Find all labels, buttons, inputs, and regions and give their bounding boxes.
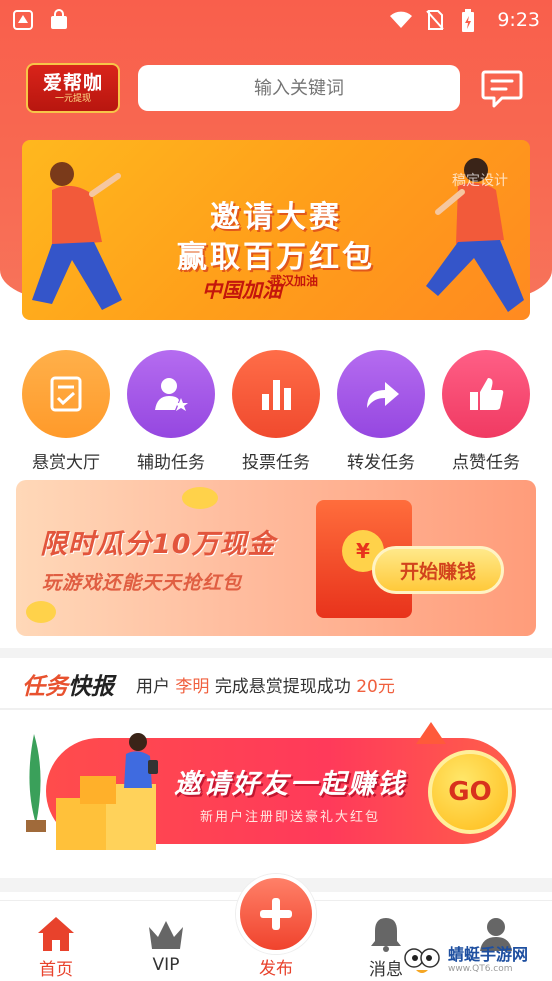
- category-bounty-hall[interactable]: 悬赏大厅: [14, 350, 118, 473]
- invite-friends-banner[interactable]: 邀请好友一起赚钱 新用户注册即送豪礼大红包 GO: [16, 720, 536, 868]
- wifi-icon: [389, 9, 413, 31]
- cash-promo-banner[interactable]: 限时瓜分10万现金 玩游戏还能天天抢红包 ¥ 开始赚钱: [16, 480, 536, 636]
- app-logo[interactable]: 爱帮咖 一元提现: [26, 63, 120, 113]
- cartoon-woman-phone-illustration: [124, 733, 158, 788]
- news-text: 用户 李明 完成悬赏提现成功 20元: [136, 676, 395, 697]
- category-assist-task[interactable]: 辅助任务: [119, 350, 223, 473]
- plus-icon: [260, 898, 292, 930]
- site-watermark: 蜻蜓手游网 www.QT6.com: [400, 940, 552, 980]
- logo-subtext: 一元提现: [54, 93, 91, 104]
- alarm-decoration-icon: [416, 722, 446, 744]
- tab-label: VIP: [152, 955, 180, 975]
- message-button[interactable]: [480, 66, 524, 110]
- category-label: 点赞任务: [452, 453, 520, 473]
- banner-line1: 邀请大赛: [210, 200, 342, 235]
- status-bar: 9:23: [0, 0, 552, 40]
- battery-icon: [461, 9, 483, 32]
- chat-bubble-icon: [481, 70, 523, 108]
- category-share-task[interactable]: 转发任务: [329, 350, 433, 473]
- search-input[interactable]: [138, 65, 460, 111]
- go-button[interactable]: GO: [428, 750, 512, 834]
- tab-label: 首页: [39, 960, 73, 980]
- category-like-task[interactable]: 点赞任务: [434, 350, 538, 473]
- task-news-ticker[interactable]: 任务快报 用户 李明 完成悬赏提现成功 20元: [0, 658, 552, 710]
- invite-title: 邀请好友一起赚钱: [174, 769, 406, 800]
- shopping-bag-icon: [48, 9, 70, 31]
- site-watermark-url: www.QT6.com: [448, 964, 513, 974]
- news-divider: [0, 708, 552, 710]
- tab-home[interactable]: 首页: [16, 915, 96, 980]
- category-row: 悬赏大厅 辅助任务 投票任务 转发任务 点赞任务: [14, 350, 538, 473]
- app-screen: 9:23 爱帮咖 一元提现 稿定设: [0, 0, 552, 981]
- no-sim-icon: [425, 9, 447, 31]
- gold-coin-icon: [26, 601, 56, 623]
- invite-contest-banner[interactable]: 稿定设计 邀请大赛 赢取百万红包 中国加油 武汉加油: [22, 140, 530, 320]
- app-notification-icon: [12, 9, 34, 31]
- crown-icon: [149, 921, 183, 949]
- category-label: 悬赏大厅: [32, 453, 100, 473]
- bar-chart-icon: [232, 350, 320, 438]
- promo-title: 限时瓜分10万现金: [40, 529, 276, 560]
- banner-watermark: 稿定设计: [452, 173, 508, 189]
- start-earning-button[interactable]: 开始赚钱: [372, 546, 504, 594]
- news-amount: 20元: [356, 676, 395, 697]
- top-bar: 爱帮咖 一元提现: [26, 62, 526, 114]
- thumbs-up-icon: [442, 350, 530, 438]
- promo-subtitle: 玩游戏还能天天抢红包: [42, 572, 243, 594]
- category-label: 转发任务: [347, 453, 415, 473]
- dragonfly-logo-icon: [404, 948, 440, 973]
- news-title: 任务快报: [22, 674, 114, 700]
- status-time: 9:23: [497, 9, 540, 31]
- logo-text: 爱帮咖: [42, 71, 103, 94]
- invite-subtitle: 新用户注册即送豪礼大红包: [200, 810, 381, 825]
- user-star-icon: [127, 350, 215, 438]
- site-watermark-name: 蜻蜓手游网: [448, 945, 529, 964]
- plant-illustration: [26, 734, 46, 832]
- gold-coin-icon: [182, 487, 218, 509]
- share-arrow-icon: [337, 350, 425, 438]
- section-divider: [0, 648, 552, 658]
- tab-vip[interactable]: VIP: [126, 915, 206, 975]
- banner-line2: 赢取百万红包: [177, 240, 375, 275]
- news-user: 李明: [175, 676, 210, 697]
- category-label: 投票任务: [242, 453, 310, 473]
- publish-button[interactable]: [236, 874, 316, 954]
- category-vote-task[interactable]: 投票任务: [224, 350, 328, 473]
- home-icon: [38, 917, 74, 951]
- document-check-icon: [22, 350, 110, 438]
- category-label: 辅助任务: [137, 453, 205, 473]
- tab-label: 消息: [369, 960, 403, 980]
- publish-label: 发布: [259, 959, 293, 979]
- banner-slogan-small: 武汉加油: [270, 274, 319, 288]
